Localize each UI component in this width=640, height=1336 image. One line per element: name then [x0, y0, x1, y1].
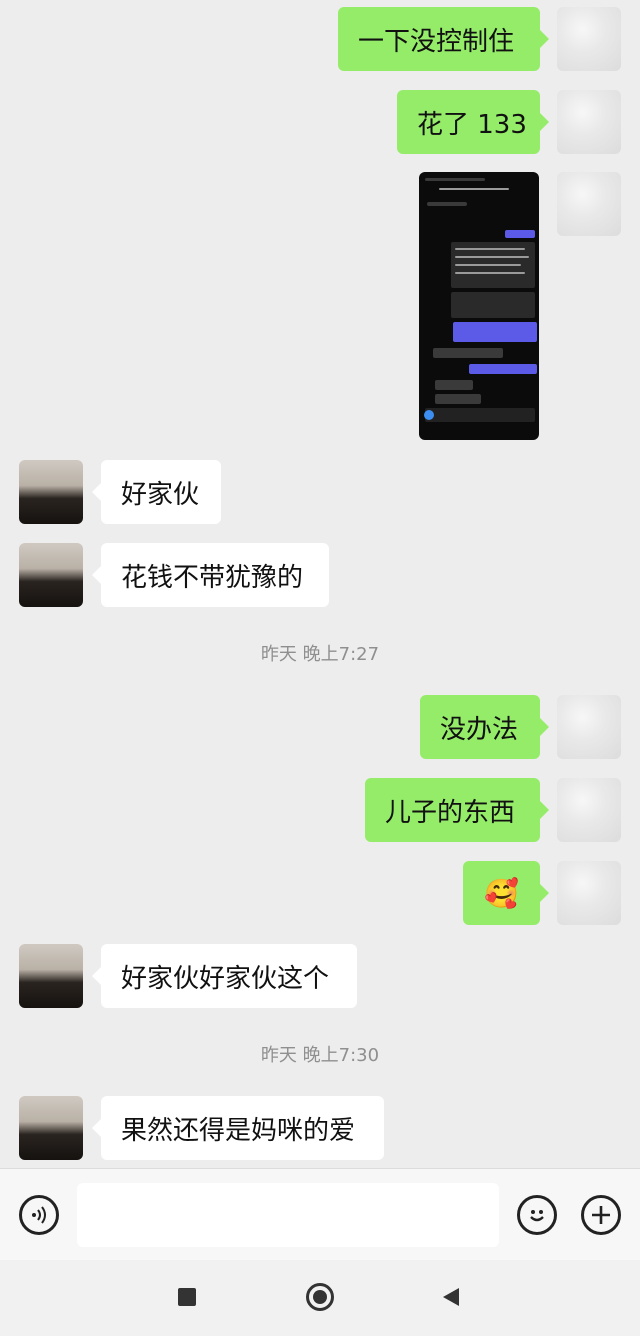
message-bubble[interactable]: 好家伙: [92, 460, 221, 524]
my-avatar[interactable]: [557, 778, 621, 842]
message-text: 花了 133: [417, 109, 527, 140]
home-icon: [313, 1290, 327, 1304]
emoji-icon: [530, 1210, 544, 1222]
contact-avatar[interactable]: [19, 1096, 83, 1160]
message-input[interactable]: [77, 1183, 499, 1247]
chat-area[interactable]: 一下没控制住 花了 133 好家伙 花钱不带犹豫的 昨天 晚上7:27 没办法 …: [0, 0, 640, 1168]
message-text: 果然还得是妈咪的爱: [121, 1115, 356, 1146]
message-bubble[interactable]: 花了 133: [397, 90, 549, 154]
back-button[interactable]: [441, 1287, 461, 1307]
more-button[interactable]: [581, 1195, 621, 1235]
message-bubble[interactable]: 🥰: [463, 861, 549, 925]
contact-avatar[interactable]: [19, 460, 83, 524]
message-bubble[interactable]: 果然还得是妈咪的爱: [92, 1096, 384, 1160]
contact-avatar[interactable]: [19, 944, 83, 1008]
plus-icon: [592, 1206, 610, 1224]
message-bubble[interactable]: 儿子的东西: [365, 778, 549, 842]
voice-icon: [32, 1206, 46, 1224]
screenshot-image-message[interactable]: [419, 172, 539, 440]
timestamp: 昨天 晚上7:30: [260, 1045, 380, 1066]
my-avatar[interactable]: [557, 695, 621, 759]
message-bubble[interactable]: 没办法: [420, 695, 549, 759]
message-text: 好家伙: [121, 479, 200, 510]
message-text: 好家伙好家伙这个: [121, 963, 330, 994]
message-bubble[interactable]: 一下没控制住: [338, 7, 549, 71]
message-text: 一下没控制住: [358, 26, 515, 57]
my-avatar[interactable]: [557, 861, 621, 925]
home-button[interactable]: [306, 1283, 334, 1311]
message-text: 花钱不带犹豫的: [121, 562, 304, 593]
timestamp: 昨天 晚上7:27: [260, 644, 380, 665]
my-avatar[interactable]: [557, 172, 621, 236]
my-avatar[interactable]: [557, 90, 621, 154]
my-avatar[interactable]: [557, 7, 621, 71]
navigation-bar: [0, 1260, 640, 1336]
voice-button[interactable]: [19, 1195, 59, 1235]
message-bubble[interactable]: 花钱不带犹豫的: [92, 543, 329, 607]
input-bar: [0, 1168, 640, 1260]
message-bubble[interactable]: 好家伙好家伙这个: [92, 944, 357, 1008]
emoji-message: 🥰: [484, 876, 519, 910]
contact-avatar[interactable]: [19, 543, 83, 607]
message-text: 没办法: [440, 714, 519, 745]
message-text: 儿子的东西: [385, 797, 516, 828]
recent-apps-button[interactable]: [178, 1288, 196, 1306]
emoji-button[interactable]: [517, 1195, 557, 1235]
